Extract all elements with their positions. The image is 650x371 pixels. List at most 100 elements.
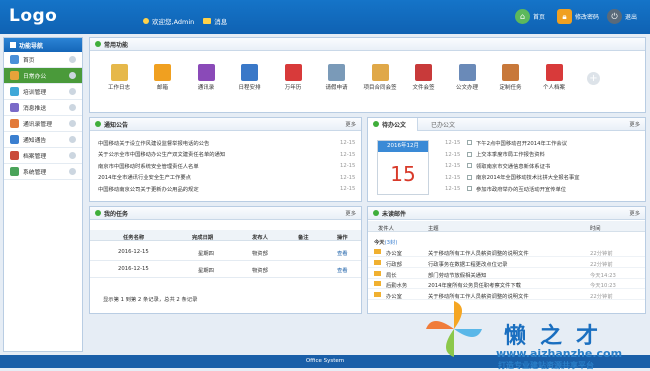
sidebar-item-label: 培训管理	[23, 90, 47, 96]
mail-row[interactable]: 局长 部门劳动节放假相关通知 今天14:23	[368, 269, 645, 279]
notice-date: 12-15	[340, 186, 356, 192]
sidebar-item[interactable]: 日常办公	[4, 68, 82, 84]
function-label: 通讯录	[197, 85, 215, 91]
column-header: 任务名称	[123, 235, 145, 241]
home-button[interactable]: ⌂ 首页	[515, 9, 545, 24]
function-icon	[415, 64, 432, 81]
sidebar-item-label: 系统管理	[23, 170, 47, 176]
common-functions-panel: 常用功能 工作日志 邮箱 通讯录 日程安排 万年历 请假申请 项目合同会签 文件会签 公文办理 定…	[89, 37, 646, 113]
task-action[interactable]: 查看	[337, 266, 348, 274]
todo-row[interactable]: 下午2点中国移动召开2014年工作会议	[467, 138, 567, 147]
column-header: 发布人	[252, 235, 268, 241]
sidebar-item[interactable]: 培训管理	[4, 84, 82, 100]
function-item[interactable]: 公文办理	[449, 64, 485, 93]
function-item[interactable]: 项目合同会签	[362, 64, 398, 93]
power-icon: ⏻	[607, 9, 622, 24]
sidebar-item[interactable]: 通知通告	[4, 132, 82, 148]
today-label: 今天	[374, 240, 385, 246]
function-item[interactable]: 个人档案	[536, 64, 572, 93]
function-icon	[241, 64, 258, 81]
function-item[interactable]: 定制任务	[493, 64, 529, 93]
welcome-area: 欢迎您,Admin 消息	[143, 16, 227, 26]
mail-row[interactable]: 行政部 行政事务在数据工程更改点位记录 22分钟前	[368, 258, 645, 268]
change-password-button[interactable]: 🔒︎ 修改密码	[557, 9, 599, 24]
panel-dot-icon	[373, 121, 379, 127]
footer-text: Office System	[305, 358, 345, 364]
todo-date: 12-15	[445, 151, 461, 158]
notice-row[interactable]: 中国移动关于设立作风建设监督举报电话的公告	[98, 138, 209, 147]
notice-date: 12-15	[340, 174, 356, 181]
sidebar-item-label: 日常办公	[23, 74, 47, 80]
todo-row[interactable]: 领取南京市交通信息新体系证书	[467, 161, 550, 170]
mail-sender: 局长	[386, 272, 397, 279]
todo-more-link[interactable]: 更多	[629, 120, 640, 128]
todo-row[interactable]: 上交本季度市局工作报告资料	[467, 150, 545, 159]
sidebar: 功能导航 首页日常办公培训管理消息推送 通讯录管理通知通告档案管理系统管理	[3, 37, 83, 352]
notice-row[interactable]: 2014年全市通讯行业安全生产工作要点	[98, 173, 191, 182]
mail-row[interactable]: 办公室 关于移动所有工作人员薪资调整的说明文件 22分钟前	[368, 290, 645, 301]
sidebar-item[interactable]: 档案管理	[4, 148, 82, 164]
common-functions-header: 常用功能	[90, 38, 645, 51]
messages-link[interactable]: 消息	[214, 16, 227, 26]
change-password-label: 修改密码	[575, 14, 600, 21]
mail-row[interactable]: 办公室 关于移动所有工作人员薪资调整的说明文件 22分钟前	[368, 247, 645, 257]
notice-more-link[interactable]: 更多	[345, 120, 356, 128]
tab-done[interactable]: 已办公文	[421, 120, 455, 129]
mail-row[interactable]: 后勤水务 2014年度所有公务员任职考察文件下载 今天10:23	[368, 279, 645, 290]
task-name: 2016-12-15	[118, 266, 149, 272]
sidebar-title: 功能导航	[19, 42, 44, 50]
chevron-right-icon	[69, 152, 76, 159]
checkbox-icon	[467, 163, 472, 168]
tasks-footer: 显示第 1 到第 2 条记录，总共 2 条记录	[103, 297, 198, 303]
notice-row[interactable]: 南京市中国移动时系统安全管理责任人名单	[98, 161, 199, 170]
table-row: 2016-12-15 星期四 物资部 查看	[90, 245, 361, 261]
function-item[interactable]: 邮箱	[145, 64, 181, 93]
todo-date: 12-15	[445, 140, 461, 146]
mail-subject: 部门劳动节放假相关通知	[428, 272, 487, 279]
mail-envelope-icon	[374, 292, 381, 298]
function-label: 定制任务	[499, 85, 522, 91]
notice-row[interactable]: 关于公示全市中国移动办公生产双文建责任名单的通知	[98, 150, 225, 159]
function-item[interactable]: 万年历	[275, 64, 311, 93]
mail-sender: 后勤水务	[386, 283, 408, 290]
sidebar-item[interactable]: 首页	[4, 52, 82, 68]
sidebar-item[interactable]: 通讯录管理	[4, 116, 82, 132]
mail-more-link[interactable]: 更多	[629, 209, 640, 217]
function-label: 项目合同会签	[363, 85, 397, 91]
todo-row[interactable]: 参加市政府举办的互动活动开宣传单位	[467, 184, 566, 193]
mail-subject: 关于移动所有工作人员薪资调整的说明文件	[428, 251, 529, 257]
column-header: 时间	[590, 226, 601, 232]
task-date: 星期四	[198, 268, 214, 274]
add-function-icon[interactable]: +	[587, 72, 600, 85]
function-item[interactable]: 工作日志	[101, 64, 137, 93]
function-item[interactable]: 日程安排	[232, 64, 268, 93]
task-date: 星期四	[198, 251, 214, 257]
function-label: 文件会签	[412, 85, 435, 91]
tasks-more-link[interactable]: 更多	[345, 209, 356, 217]
todo-text: 南京2014年全国移动技术比拼大全报名事宜	[476, 175, 580, 181]
message-icon[interactable]	[203, 18, 212, 24]
notice-text: 2014年全市通讯行业安全生产工作要点	[98, 175, 191, 181]
todo-row[interactable]: 南京2014年全国移动技术比拼大全报名事宜	[467, 173, 580, 182]
notice-panel: 通知公告 更多 中国移动关于设立作风建设监督举报电话的公告 12-15 关于公示全市中…	[89, 117, 362, 202]
function-item[interactable]: 文件会签	[406, 64, 442, 93]
function-item[interactable]: 请假申请	[319, 64, 355, 93]
notice-row[interactable]: 中国移动南京公司关于更新办公用品的规定	[98, 184, 199, 193]
tab-todo[interactable]: 待办公文	[368, 117, 418, 131]
sidebar-item[interactable]: 消息推送	[4, 100, 82, 116]
task-publisher: 物资部	[252, 268, 268, 274]
sidebar-item[interactable]: 系统管理	[4, 164, 82, 180]
mail-subject: 2014年度所有公务员任职考察文件下载	[428, 283, 521, 290]
sidebar-item-icon	[10, 87, 19, 96]
home-icon: ⌂	[515, 9, 530, 24]
column-header: 操作	[337, 235, 348, 241]
logo: Logo	[9, 6, 58, 26]
function-icon	[197, 64, 215, 81]
logout-button[interactable]: ⏻ 退出	[607, 9, 637, 24]
function-label: 公文办理	[455, 85, 478, 91]
mail-time: 今天14:23	[590, 272, 616, 279]
sidebar-item-label: 通知通告	[23, 138, 47, 144]
function-item[interactable]: 通讯录	[188, 64, 224, 93]
sidebar-item-label: 首页	[23, 58, 35, 64]
task-action[interactable]: 查看	[337, 249, 348, 257]
